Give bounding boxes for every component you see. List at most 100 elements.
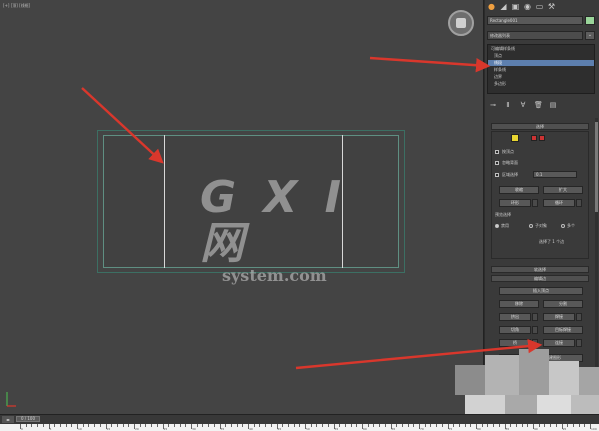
- track-tick: [94, 424, 96, 427]
- ignore-backfacing-label: 忽略背面: [502, 160, 518, 165]
- track-tick: [168, 424, 170, 427]
- ring-button[interactable]: 环形: [499, 199, 531, 207]
- configure-sets-icon[interactable]: ▤: [549, 101, 557, 109]
- modifier-list-dropdown[interactable]: 修改器列表: [487, 31, 583, 40]
- time-slider[interactable]: ◂▸ 0 / 100 0 5 10 15 20 25 30 35 40 45 50 55 60 65 70 7…: [0, 414, 599, 431]
- time-slider-thumb[interactable]: 0 / 100: [16, 416, 40, 422]
- watermark-domain: system.com: [222, 266, 327, 285]
- track-tick-label: 75: [448, 427, 453, 431]
- make-unique-icon[interactable]: ∀: [519, 101, 527, 109]
- hierarchy-icon[interactable]: ▣: [511, 2, 520, 11]
- loop-button[interactable]: 循环: [543, 199, 575, 207]
- utilities-icon[interactable]: ⚒: [547, 2, 556, 11]
- watermark-brand: G X I 网: [200, 172, 348, 269]
- loop-spinner[interactable]: [576, 199, 582, 207]
- track-tick: [578, 424, 580, 427]
- stack-item-polygon[interactable]: 多边形: [488, 81, 594, 87]
- split-button[interactable]: 分割: [543, 300, 583, 308]
- vertex-mode-icon[interactable]: [511, 134, 519, 142]
- pin-stack-icon[interactable]: ⊸: [489, 101, 497, 109]
- chamfer-button[interactable]: 切角: [499, 326, 531, 334]
- preview-disabled-radio[interactable]: [495, 224, 499, 228]
- track-tick: [470, 424, 472, 427]
- chevron-down-icon[interactable]: ⌄: [585, 31, 595, 40]
- track-tick: [225, 424, 227, 427]
- track-tick: [259, 424, 261, 427]
- object-color-swatch[interactable]: [585, 16, 595, 25]
- stack-item-segment[interactable]: 线段: [488, 60, 594, 66]
- track-tick: [379, 424, 381, 427]
- steering-wheel-icon[interactable]: [448, 10, 474, 36]
- ignore-backfacing-checkbox[interactable]: [495, 161, 499, 165]
- track-tick: [413, 424, 415, 427]
- track-bar[interactable]: 0 5 10 15 20 25 30 35 40 45 50 55 60 65 70 75 80 85 90 95 10…: [0, 424, 599, 431]
- grow-button[interactable]: 扩大: [543, 186, 583, 194]
- create-icon[interactable]: ●: [487, 2, 496, 11]
- track-tick: [42, 424, 44, 427]
- chamfer-settings-icon[interactable]: [532, 326, 538, 334]
- soft-selection-rollout-header[interactable]: 软选择: [491, 266, 589, 273]
- track-tick: [37, 424, 39, 427]
- track-tick: [555, 424, 557, 427]
- track-tick-label: 5: [49, 427, 52, 431]
- track-tick-label: 70: [420, 427, 424, 431]
- track-tick-label: 0: [21, 427, 23, 431]
- weld-button[interactable]: 焊接: [543, 313, 575, 321]
- shrink-button[interactable]: 收缩: [499, 186, 539, 194]
- extrude-button[interactable]: 挤出: [499, 313, 531, 321]
- target-weld-button[interactable]: 目标焊接: [543, 326, 583, 334]
- extrude-settings-icon[interactable]: [532, 313, 538, 321]
- by-vertex-checkbox[interactable]: [495, 150, 499, 154]
- insert-vertex-button[interactable]: 插入顶点: [499, 287, 583, 295]
- weld-settings-icon[interactable]: [576, 313, 582, 321]
- stack-item-vertex[interactable]: 顶点: [488, 53, 594, 59]
- track-tick: [316, 424, 318, 427]
- track-tick-label: 65: [391, 427, 396, 431]
- stack-item-spline[interactable]: 样条线: [488, 67, 594, 73]
- preview-multi-radio[interactable]: [561, 224, 565, 228]
- track-tick: [441, 424, 443, 427]
- track-tick-label: 45: [277, 427, 282, 431]
- top-viewport[interactable]: [+] [顶] [线框] G X I 网 system.com: [0, 0, 484, 414]
- track-tick: [185, 424, 187, 427]
- modify-icon[interactable]: ◢: [499, 2, 508, 11]
- track-tick-label: 40: [249, 427, 253, 431]
- track-tick: [99, 424, 101, 427]
- edit-edges-rollout-header[interactable]: 编辑边: [491, 275, 589, 282]
- display-icon[interactable]: ▭: [535, 2, 544, 11]
- axis-tripod-icon: [6, 392, 16, 407]
- track-tick: [344, 424, 346, 427]
- track-tick: [65, 424, 67, 427]
- selection-rollout-header[interactable]: 选择: [491, 123, 589, 130]
- track-tick: [527, 424, 529, 427]
- track-tick-label: 20: [135, 427, 139, 431]
- remove-modifier-icon[interactable]: 🗑: [534, 101, 543, 109]
- track-tick: [538, 424, 540, 427]
- ring-spinner[interactable]: [532, 199, 538, 207]
- remove-button[interactable]: 移除: [499, 300, 539, 308]
- track-tick: [265, 424, 267, 427]
- track-tick: [310, 424, 312, 427]
- track-tick-label: 10: [78, 427, 82, 431]
- track-tick: [487, 424, 489, 427]
- spline-mode-icon[interactable]: [539, 135, 545, 141]
- stack-item-border[interactable]: 边界: [488, 74, 594, 80]
- segment-mode-icon[interactable]: [531, 135, 537, 141]
- preview-subobject-radio[interactable]: [529, 224, 533, 228]
- area-selection-spinner[interactable]: 0.1: [533, 171, 577, 178]
- stack-item-editable-spline[interactable]: 可编辑样条线: [488, 46, 594, 52]
- motion-icon[interactable]: ◉: [523, 2, 532, 11]
- track-tick: [82, 424, 84, 427]
- track-tick: [282, 424, 284, 427]
- stack-toolbar: ⊸ Ⅱ ∀ 🗑 ▤: [489, 101, 557, 109]
- spline-segment-left[interactable]: [164, 135, 165, 268]
- viewport-label[interactable]: [+] [顶] [线框]: [3, 3, 30, 9]
- track-tick: [111, 424, 113, 427]
- object-name-field[interactable]: Rectangle001: [487, 16, 583, 25]
- show-end-result-icon[interactable]: Ⅱ: [504, 101, 512, 109]
- area-selection-checkbox[interactable]: [495, 173, 499, 177]
- selection-status-text: 选择了 1 个边: [539, 239, 565, 244]
- preview-disabled-label: 禁用: [501, 223, 509, 228]
- track-tick: [436, 424, 438, 427]
- panel-scrollbar-thumb[interactable]: [595, 122, 598, 212]
